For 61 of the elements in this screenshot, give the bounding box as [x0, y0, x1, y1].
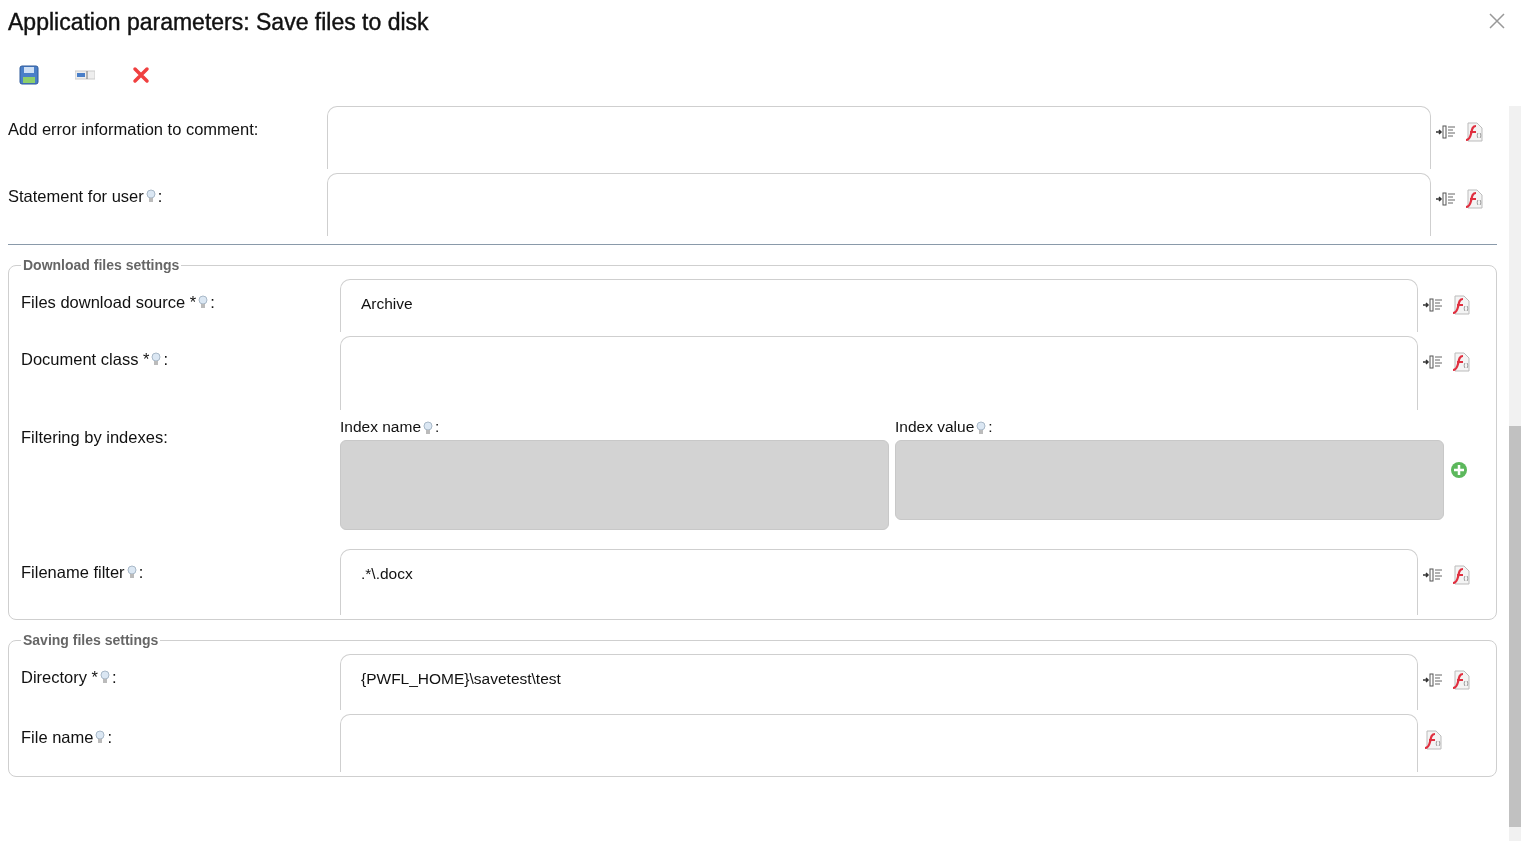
input-field[interactable] [327, 173, 1431, 236]
function-document-icon [1464, 122, 1484, 142]
function-document-icon [1451, 670, 1471, 690]
function-button[interactable] [1450, 295, 1472, 315]
field-label: Index name [340, 418, 421, 436]
section-title: Saving files settings [22, 632, 160, 648]
function-document-icon [1451, 565, 1471, 585]
colon: : [163, 350, 168, 369]
insert-list-icon [1423, 568, 1443, 582]
insert-button[interactable] [1422, 352, 1444, 372]
function-button[interactable] [1422, 730, 1444, 750]
colon: : [112, 668, 117, 687]
field-label: Index value [895, 418, 975, 436]
input-field[interactable]: .*\.docx [340, 549, 1418, 615]
insert-list-icon [1436, 125, 1456, 139]
field-label: Filename filter [21, 563, 125, 582]
insert-button[interactable] [1422, 565, 1444, 585]
insert-list-icon [1423, 355, 1443, 369]
section-title: Download files settings [22, 257, 181, 273]
field-label: Add error information to comment: [8, 120, 259, 139]
function-button[interactable] [1463, 122, 1485, 142]
colon: : [210, 293, 215, 312]
insert-button[interactable] [1435, 189, 1457, 209]
field-label: File name [21, 728, 94, 747]
input-field[interactable]: {PWFL_HOME}\savetest\test [340, 654, 1418, 710]
input-field[interactable] [340, 714, 1418, 772]
function-button[interactable] [1450, 670, 1472, 690]
insert-list-icon [1423, 673, 1443, 687]
add-button[interactable] [1448, 460, 1470, 480]
insert-button[interactable] [1435, 122, 1457, 142]
function-button[interactable] [1450, 352, 1472, 372]
function-document-icon [1451, 352, 1471, 372]
plus-icon [1450, 461, 1468, 479]
colon: : [138, 563, 144, 582]
input-field[interactable] [340, 336, 1418, 410]
field-label: Statement for user [8, 187, 144, 206]
colon: : [435, 418, 440, 436]
insert-button[interactable] [1422, 670, 1444, 690]
function-button[interactable] [1450, 565, 1472, 585]
text-field-icon [75, 70, 95, 80]
colon: : [157, 187, 163, 206]
save-button[interactable] [16, 62, 42, 88]
scrollbar[interactable] [1509, 106, 1521, 841]
input-field[interactable]: Archive [340, 279, 1418, 332]
insert-list-icon [1436, 192, 1456, 206]
field-label: Directory * [21, 668, 98, 687]
field-label: Document class * [21, 350, 150, 369]
colon: : [107, 728, 113, 747]
close-icon [132, 66, 150, 84]
function-document-icon [1464, 189, 1484, 209]
close-icon [1489, 13, 1505, 29]
field-label: Filtering by indexes: [21, 428, 168, 447]
input-field[interactable] [327, 106, 1431, 169]
field-label: Files download source * [21, 293, 197, 312]
window-title: Application parameters: Save files to disk [8, 8, 429, 36]
function-button[interactable] [1463, 189, 1485, 209]
function-document-icon [1451, 295, 1471, 315]
insert-button[interactable] [1422, 295, 1444, 315]
function-document-icon [1423, 730, 1443, 750]
insert-list-icon [1423, 298, 1443, 312]
colon: : [988, 418, 993, 436]
